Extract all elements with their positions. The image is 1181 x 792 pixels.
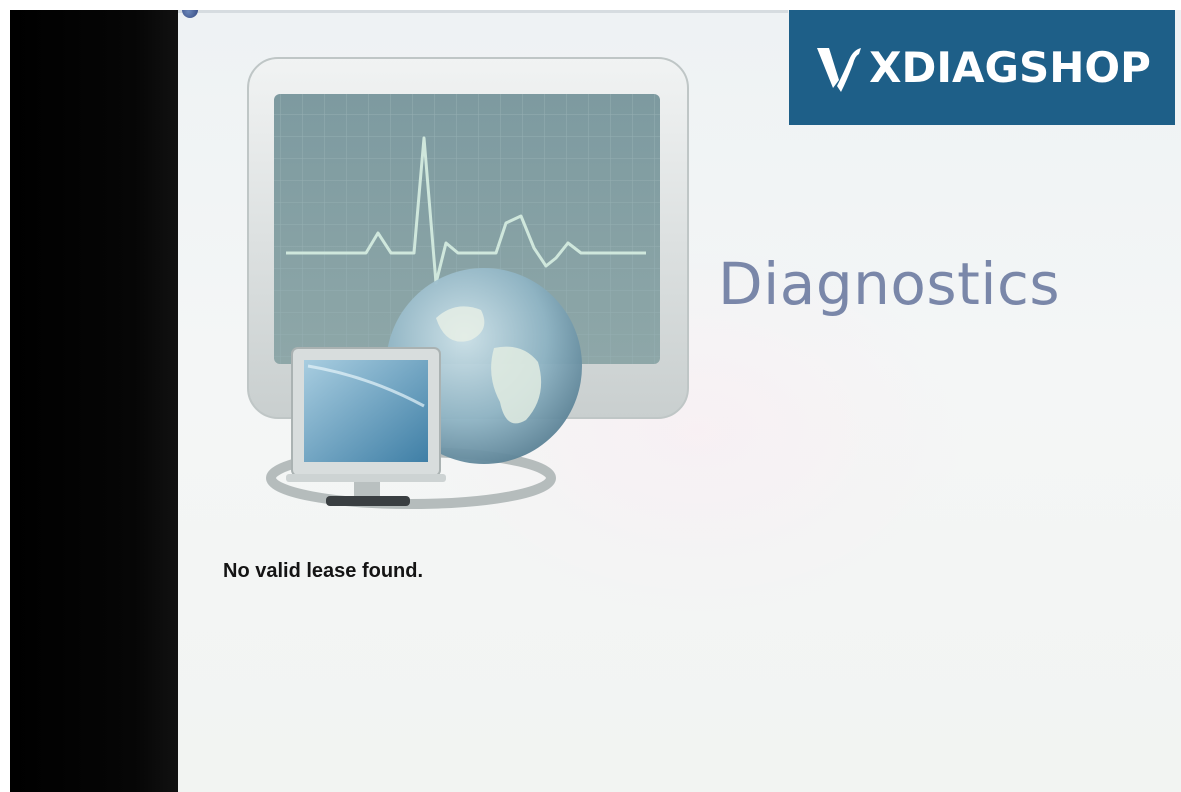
window-title-edge — [178, 10, 788, 13]
watermark-logo: XDIAGSHOP — [789, 10, 1175, 125]
app-title: Diagnostics — [718, 250, 1061, 318]
diagnostics-monitor-globe-icon — [247, 57, 689, 509]
monitor-bezel — [10, 10, 188, 792]
app-icon — [182, 10, 198, 18]
watermark-text: XDIAGSHOP — [869, 43, 1151, 92]
status-message: No valid lease found. — [223, 560, 424, 582]
photo-frame: Diagnostics No valid lease found. XDIAGS… — [0, 0, 1181, 792]
vxdiag-logo-icon — [817, 47, 862, 92]
diagnostics-splash-screen: Diagnostics No valid lease found. — [178, 10, 1181, 792]
